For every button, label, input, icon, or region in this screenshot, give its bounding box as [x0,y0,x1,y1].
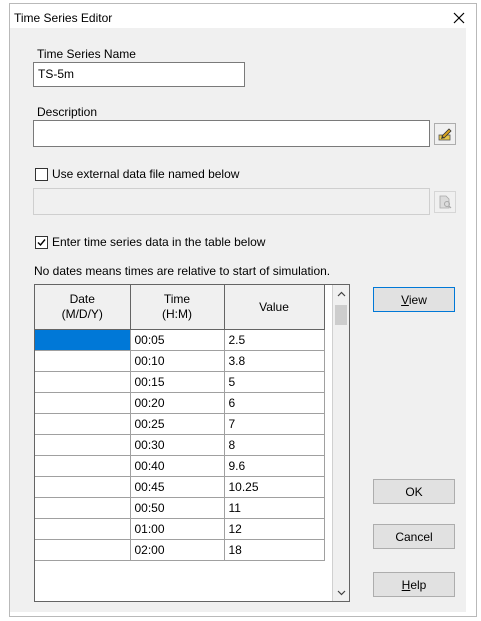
time-cell[interactable]: 02:00 [130,539,225,561]
grid-vertical-scrollbar[interactable] [332,285,349,601]
value-cell[interactable]: 9.6 [224,455,325,477]
table-row: 01:00 12 [35,518,325,540]
date-cell[interactable] [35,518,131,540]
date-cell[interactable] [35,434,131,456]
value-cell[interactable]: 2.5 [224,329,325,351]
value-cell[interactable]: 5 [224,371,325,393]
time-series-name-label: Time Series Name [37,47,136,61]
time-cell[interactable]: 00:50 [130,497,225,519]
date-cell[interactable] [35,476,131,498]
time-cell[interactable]: 00:05 [130,329,225,351]
value-cell[interactable]: 18 [224,539,325,561]
time-cell[interactable]: 00:40 [130,455,225,477]
time-cell[interactable]: 00:20 [130,392,225,414]
time-cell[interactable]: 00:30 [130,434,225,456]
date-cell[interactable] [35,455,131,477]
table-row: 00:45 10.25 [35,476,325,498]
cancel-button-label: Cancel [395,529,433,544]
scroll-down-arrow-icon[interactable] [333,584,349,601]
table-row: 00:30 8 [35,434,325,456]
value-column-header[interactable]: Value [224,285,325,330]
use-external-file-label: Use external data file named below [52,167,240,181]
date-column-header[interactable]: Date (M/D/Y) [35,285,131,330]
table-row: 00:10 3.8 [35,350,325,372]
table-row: 02:00 18 [35,539,325,561]
help-button-label: Help [401,577,427,592]
external-file-input[interactable] [33,188,430,215]
description-label: Description [37,105,98,119]
value-cell[interactable]: 10.25 [224,476,325,498]
close-icon [453,12,465,24]
date-cell[interactable] [35,350,131,372]
date-cell[interactable] [35,371,131,393]
time-series-name-input[interactable]: TS-5m [33,62,245,87]
pencil-note-icon [438,128,452,141]
time-cell[interactable]: 00:15 [130,371,225,393]
time-cell[interactable]: 00:10 [130,350,225,372]
value-cell[interactable]: 11 [224,497,325,519]
date-header-line2: (M/D/Y) [61,307,103,321]
value-cell[interactable]: 7 [224,413,325,435]
table-row: 00:05 2.5 [35,329,325,351]
time-cell[interactable]: 00:25 [130,413,225,435]
ok-button-label: OK [405,484,423,499]
use-external-file-checkbox[interactable] [35,168,48,181]
ok-button[interactable]: OK [373,479,455,504]
value-cell[interactable]: 3.8 [224,350,325,372]
description-input[interactable] [33,120,430,147]
view-button[interactable]: View [373,287,455,312]
value-cell[interactable]: 12 [224,518,325,540]
value-cell[interactable]: 8 [224,434,325,456]
time-series-table: Date (M/D/Y) Time (H:M) Value 00:05 2.5 00… [35,285,325,561]
browse-file-button[interactable] [434,191,456,213]
edit-description-button[interactable] [434,123,456,145]
time-series-grid[interactable]: Date (M/D/Y) Time (H:M) Value 00:05 2.5 00… [34,284,350,602]
date-cell[interactable] [35,329,131,351]
relative-times-note: No dates means times are relative to sta… [34,264,331,278]
file-browse-icon [439,195,452,209]
table-row: 00:25 7 [35,413,325,435]
table-body: 00:05 2.5 00:10 3.8 00:15 5 00:20 6 00:25 7 00:30 8… [35,329,325,561]
window-title: Time Series Editor [14,11,113,25]
time-header-line2: (H:M) [162,307,192,321]
table-row: 00:15 5 [35,371,325,393]
cancel-button[interactable]: Cancel [373,524,455,549]
view-button-label: View [401,292,427,307]
enter-table-data-label: Enter time series data in the table belo… [52,235,266,249]
date-header-line1: Date [69,292,95,306]
table-row: 00:20 6 [35,392,325,414]
enter-table-data-checkbox[interactable] [35,236,48,249]
time-cell[interactable]: 00:45 [130,476,225,498]
date-cell[interactable] [35,413,131,435]
date-cell[interactable] [35,539,131,561]
date-cell[interactable] [35,497,131,519]
scroll-up-arrow-icon[interactable] [333,285,349,302]
value-cell[interactable]: 6 [224,392,325,414]
table-row: 00:50 11 [35,497,325,519]
close-button[interactable] [448,7,470,29]
checkmark-icon [37,239,46,247]
time-header-line1: Time [163,292,191,306]
date-cell[interactable] [35,392,131,414]
scroll-thumb[interactable] [335,305,347,325]
time-cell[interactable]: 01:00 [130,518,225,540]
table-row: 00:40 9.6 [35,455,325,477]
time-column-header[interactable]: Time (H:M) [130,285,225,330]
help-button[interactable]: Help [373,572,455,597]
